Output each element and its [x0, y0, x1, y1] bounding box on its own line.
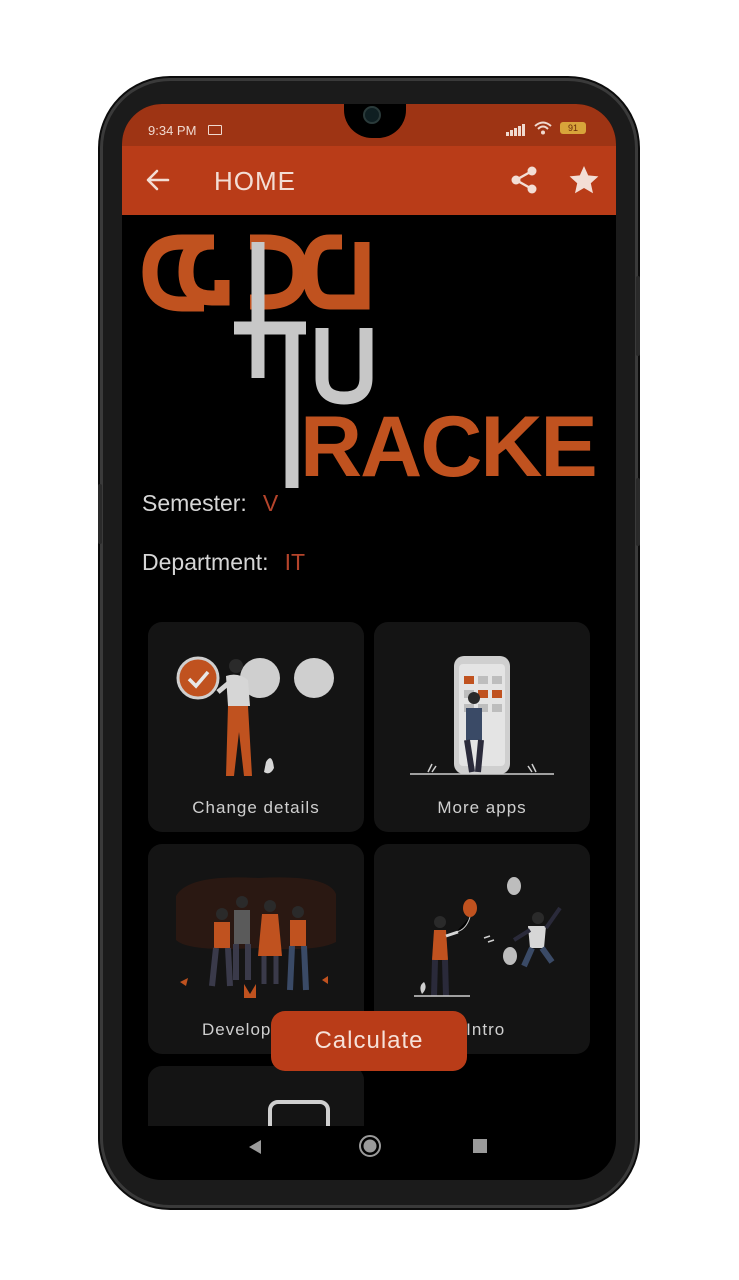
- semester-row: Semester: V: [142, 490, 278, 517]
- power-button: [636, 478, 640, 546]
- app-screen: 9:34 PM 91 HOME RACKE Semester: V Depart…: [122, 104, 616, 1180]
- volume-button: [636, 276, 640, 356]
- semester-label: Semester:: [142, 490, 247, 516]
- laptop-icon: [208, 125, 222, 135]
- department-label: Department:: [142, 549, 269, 575]
- department-value: IT: [284, 549, 306, 575]
- change-details-card[interactable]: Change details: [148, 622, 364, 832]
- more-apps-card[interactable]: More apps: [374, 622, 590, 832]
- app-intro-label: o Intro: [450, 1020, 506, 1039]
- app-title: HOME: [214, 166, 296, 196]
- status-time: 9:34 PM: [148, 123, 197, 138]
- department-row: Department: IT: [142, 549, 305, 576]
- change-details-label: Change details: [192, 798, 320, 817]
- star-icon[interactable]: [568, 164, 600, 196]
- arrow-left-icon[interactable]: [144, 166, 172, 194]
- nav-home-icon[interactable]: [358, 1134, 382, 1158]
- more-apps-label: More apps: [437, 798, 527, 817]
- status-bar: 9:34 PM 91: [122, 104, 616, 146]
- nav-recents-icon[interactable]: [472, 1138, 488, 1154]
- side-button-left: [98, 484, 102, 544]
- camera: [363, 106, 381, 124]
- calculate-button[interactable]: Calculate: [271, 1011, 467, 1071]
- wifi-icon: [534, 121, 552, 135]
- battery-icon: 91: [560, 122, 586, 134]
- status-icons: 91: [506, 121, 586, 136]
- team-illustration-icon: [176, 877, 336, 998]
- nav-back-icon[interactable]: [246, 1138, 264, 1156]
- app-logo: RACKER: [142, 234, 598, 488]
- share-icon[interactable]: [508, 164, 540, 196]
- checklist-illustration-icon: [176, 656, 334, 776]
- app-bar: HOME: [122, 146, 616, 215]
- phone-apps-illustration-icon: [410, 656, 554, 775]
- system-nav-bar: [122, 1116, 616, 1180]
- celebration-illustration-icon: [414, 877, 562, 997]
- signal-icon: [506, 121, 526, 136]
- svg-text:RACKER: RACKER: [300, 399, 598, 488]
- semester-value: V: [262, 490, 279, 516]
